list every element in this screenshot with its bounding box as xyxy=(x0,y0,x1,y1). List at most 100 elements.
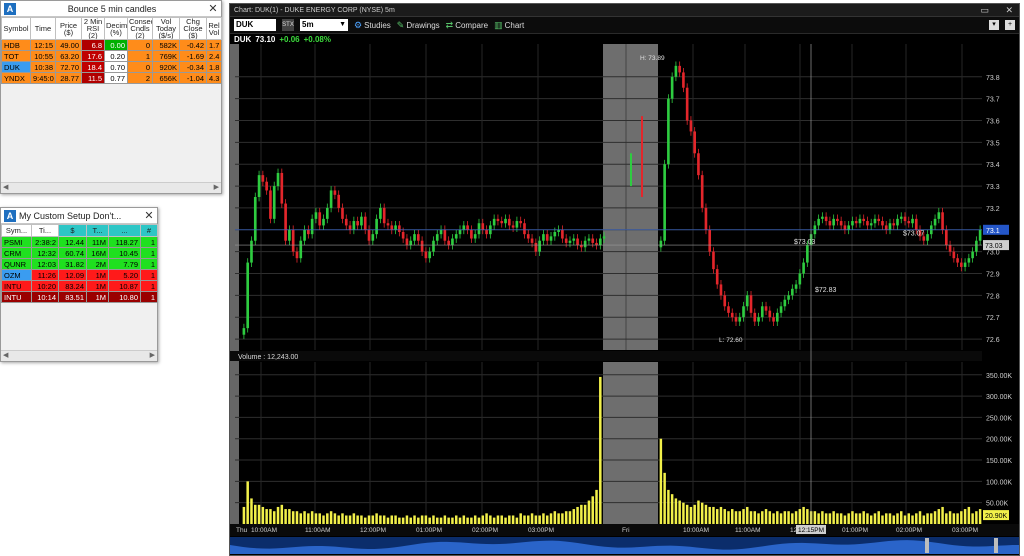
day2-volume-bar xyxy=(896,513,899,524)
column-header[interactable]: T... xyxy=(86,224,109,237)
day1-candle xyxy=(435,234,439,241)
table-cell: 1 xyxy=(140,236,158,248)
day1-volume-bar xyxy=(489,515,492,524)
table-cell: 1M xyxy=(86,291,109,303)
day1-candle xyxy=(515,221,519,228)
day2-volume-bar xyxy=(858,513,862,524)
day1-candle xyxy=(583,240,587,248)
column-header[interactable]: Symbol xyxy=(1,17,31,40)
scroll-left-icon[interactable]: ◀ xyxy=(3,351,8,361)
day2-candle xyxy=(899,216,903,219)
day1-candle xyxy=(507,218,511,226)
table-row[interactable]: TOT 10:55 63.20 17.6 0.20 1 769K -1.69 2.4 xyxy=(1,50,222,62)
day2-volume-bar xyxy=(967,506,971,524)
day1-volume-bar xyxy=(534,515,538,524)
day1-volume-bar xyxy=(428,517,431,524)
day2-candle xyxy=(903,216,907,222)
day1-volume-bar xyxy=(250,498,253,524)
column-header[interactable]: Chg Close ($) xyxy=(179,17,207,40)
day1-volume-bar xyxy=(417,517,420,524)
high-label: H: 73.89 xyxy=(640,55,665,62)
table-cell: 2.4 xyxy=(206,50,222,62)
day1-candle xyxy=(253,197,257,241)
close-icon[interactable]: ✕ xyxy=(205,2,221,15)
table-cell: 0 xyxy=(127,61,153,73)
table-cell: 10:20 xyxy=(31,280,59,292)
table-row[interactable]: INTU 10:20 83.24 1M 10.87 1 xyxy=(1,280,158,292)
column-header[interactable]: Price ($) xyxy=(55,17,82,40)
day2-volume-bar xyxy=(937,509,941,524)
time-tick-label: Fri xyxy=(622,527,630,534)
day1-candle xyxy=(257,175,261,197)
day2-candle xyxy=(768,310,772,318)
day2-candle xyxy=(952,251,956,259)
column-header[interactable]: Rel Vol xyxy=(206,17,222,40)
table-row[interactable]: OZM 11:26 12.09 1M 5.20 1 xyxy=(1,269,158,281)
day1-candle xyxy=(564,238,568,243)
custom-window-titlebar[interactable]: A My Custom Setup Don't... ✕ xyxy=(1,208,157,224)
close-icon[interactable]: ✕ xyxy=(141,209,157,222)
table-row[interactable]: PSMI 2:38:2 12.44 11M 118.27 1 xyxy=(1,236,158,248)
column-header[interactable]: Vol Today ($/s) xyxy=(152,17,180,40)
day2-volume-bar xyxy=(828,513,832,524)
table-cell: HDB xyxy=(1,39,31,51)
table-row[interactable]: CRM 12:32 60.74 16M 10.45 1 xyxy=(1,247,158,259)
bounce-window[interactable]: A Bounce 5 min candles ✕ Symbol Time Price… xyxy=(0,0,222,194)
scroll-right-icon[interactable]: ▶ xyxy=(150,351,155,361)
day2-volume-bar xyxy=(791,513,794,524)
day1-volume-bar xyxy=(265,509,268,524)
day1-volume-bar xyxy=(303,511,306,524)
day1-candle xyxy=(367,229,371,241)
day1-candle xyxy=(451,238,454,246)
price-volume-chart[interactable]: 73.8 73.7 73.6 73.5 73.4 73.3 73.2 73.1 73.0 72.9… xyxy=(230,4,1019,555)
table-row[interactable]: QUNR 12:03 31.82 2M 7.79 1 xyxy=(1,258,158,270)
table-cell: 1M xyxy=(86,280,109,292)
chart-window[interactable]: Chart: DUK(1) - DUKE ENERGY CORP (NYSE) … xyxy=(229,3,1020,556)
scroll-left-icon[interactable]: ◀ xyxy=(3,183,8,193)
horizontal-scrollbar[interactable]: ◀ ▶ xyxy=(1,350,157,361)
table-row[interactable]: INTU 10:14 83.51 1M 10.80 1 xyxy=(1,291,158,303)
day1-volume-bar xyxy=(553,511,557,524)
column-header[interactable]: Ti... xyxy=(31,224,59,237)
custom-setup-window[interactable]: A My Custom Setup Don't... ✕ Sym... Ti...… xyxy=(0,207,158,362)
volume-badge-text: 20.90K xyxy=(985,513,1008,520)
day1-volume-bar xyxy=(599,376,602,524)
day1-volume-bar xyxy=(530,513,534,524)
day1-candle xyxy=(265,181,268,191)
day1-volume-bar xyxy=(451,517,454,524)
table-row[interactable]: HDB 12:15 49.00 6.8 0.00 0 582K -0.42 1.7 xyxy=(1,39,222,51)
day2-volume-bar xyxy=(963,509,967,524)
day2-volume-bar xyxy=(873,513,877,524)
table-row[interactable]: YNDX 9:45:0 28.77 11.5 0.77 2 656K -1.04 4.3 xyxy=(1,72,222,84)
day1-volume-bar xyxy=(568,511,572,524)
day2-volume-bar xyxy=(821,511,824,524)
table-cell: 11:26 xyxy=(31,269,59,281)
column-header[interactable]: # xyxy=(140,224,158,237)
day1-volume-bar xyxy=(439,517,443,524)
horizontal-scrollbar[interactable]: ◀ ▶ xyxy=(1,182,221,193)
table-cell: 12.44 xyxy=(58,236,87,248)
day1-volume-bar xyxy=(337,515,340,524)
day1-candle xyxy=(352,221,356,230)
table-row[interactable]: DUK 10:38 72.70 18.4 0.70 0 920K -0.34 1.8 xyxy=(1,61,222,73)
table-cell: 582K xyxy=(152,39,180,51)
column-header[interactable]: 2 Min RSI (2) xyxy=(81,17,105,40)
column-header[interactable]: Sym... xyxy=(1,224,32,237)
day1-volume-bar xyxy=(345,515,348,524)
day2-volume-bar xyxy=(689,506,693,524)
column-header[interactable]: ... xyxy=(108,224,141,237)
column-header[interactable]: Decimal (%) xyxy=(104,17,128,40)
day2-candle xyxy=(719,284,723,296)
column-header[interactable]: Consec Cndls (2) xyxy=(127,17,153,40)
column-header[interactable]: Time xyxy=(30,17,56,40)
scroll-right-icon[interactable]: ▶ xyxy=(214,183,219,193)
day1-candle xyxy=(363,216,367,230)
day1-volume-bar xyxy=(561,513,564,524)
day1-volume-bar xyxy=(276,506,280,524)
day2-candle xyxy=(817,218,820,226)
day1-candle xyxy=(591,238,595,243)
day2-candle xyxy=(971,251,974,259)
day2-volume-bar xyxy=(813,511,817,524)
bounce-window-titlebar[interactable]: A Bounce 5 min candles ✕ xyxy=(1,1,221,17)
column-header[interactable]: $ xyxy=(58,224,87,237)
